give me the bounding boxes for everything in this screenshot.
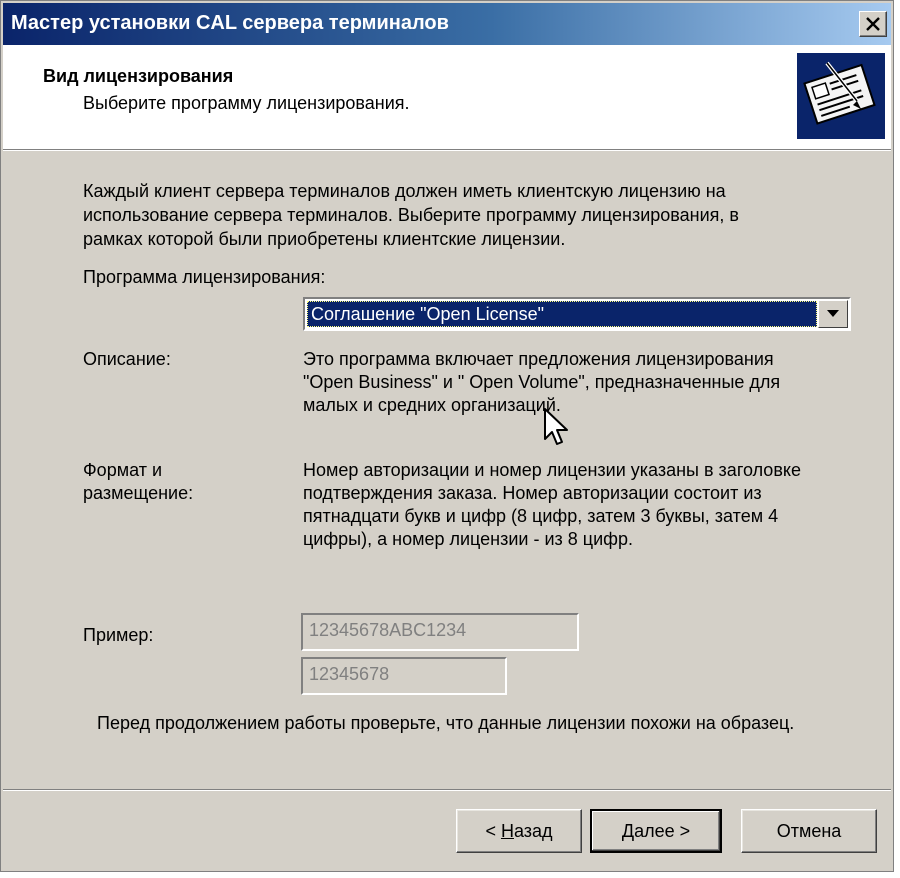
description-line-3: малых и средних организаций. xyxy=(303,395,561,415)
wizard-header: Вид лицензирования Выберите программу ли… xyxy=(3,45,891,151)
intro-line-1: Каждый клиент сервера терминалов должен … xyxy=(83,181,726,201)
format-label-line-2: размещение: xyxy=(83,483,194,503)
next-button-label: алее > xyxy=(634,821,691,841)
cancel-button[interactable]: Отмена xyxy=(741,809,877,853)
close-button[interactable] xyxy=(859,11,887,37)
window-title: Мастер установки CAL сервера терминалов xyxy=(11,12,449,34)
license-certificate-icon xyxy=(797,53,885,139)
back-button-label: азад xyxy=(513,821,553,841)
next-button-accel: Д xyxy=(621,821,635,841)
format-line-2: подтверждения заказа. Номер авторизации … xyxy=(303,483,762,503)
license-program-select[interactable]: Соглашение "Open License" xyxy=(303,297,851,331)
mouse-cursor-icon xyxy=(543,407,569,452)
intro-line-3: рамках которой были приобретены клиентск… xyxy=(83,229,566,249)
example-label: Пример: xyxy=(83,625,154,645)
wizard-window: Мастер установки CAL сервера терминалов … xyxy=(0,0,894,872)
chevron-down-icon xyxy=(827,310,839,317)
format-line-1: Номер авторизации и номер лицензии указа… xyxy=(303,460,801,480)
format-line-3: пятнадцати букв и цифр (8 цифр, затем 3 … xyxy=(303,506,779,526)
dropdown-button[interactable] xyxy=(818,300,848,328)
intro-line-2: использование сервера терминалов. Выбери… xyxy=(83,205,739,225)
title-bar: Мастер установки CAL сервера терминалов xyxy=(3,3,891,45)
next-button[interactable]: Далее > xyxy=(590,809,722,853)
back-button[interactable]: < Назад xyxy=(456,809,582,853)
description-label: Описание: xyxy=(83,349,171,369)
header-title: Вид лицензирования xyxy=(43,66,234,86)
format-label-line-1: Формат и xyxy=(83,460,162,480)
example-auth-field: 12345678ABC1234 xyxy=(301,613,579,651)
back-button-accel: Н xyxy=(500,821,514,841)
close-icon xyxy=(866,17,880,31)
license-program-value[interactable]: Соглашение "Open License" xyxy=(307,301,817,327)
program-label: Программа лицензирования: xyxy=(83,267,326,287)
format-line-4: цифры), а номер лицензии - из 8 цифр. xyxy=(303,529,633,549)
description-line-2: "Open Business" и " Open Volume", предна… xyxy=(303,372,781,392)
example-license-field: 12345678 xyxy=(301,657,507,695)
verify-note: Перед продолжением работы проверьте, что… xyxy=(97,713,795,733)
description-line-1: Это программа включает предложения лицен… xyxy=(303,349,774,369)
back-button-prefix: < xyxy=(485,821,501,841)
header-subtitle: Выберите программу лицензирования. xyxy=(83,93,410,113)
footer-divider xyxy=(3,789,891,791)
